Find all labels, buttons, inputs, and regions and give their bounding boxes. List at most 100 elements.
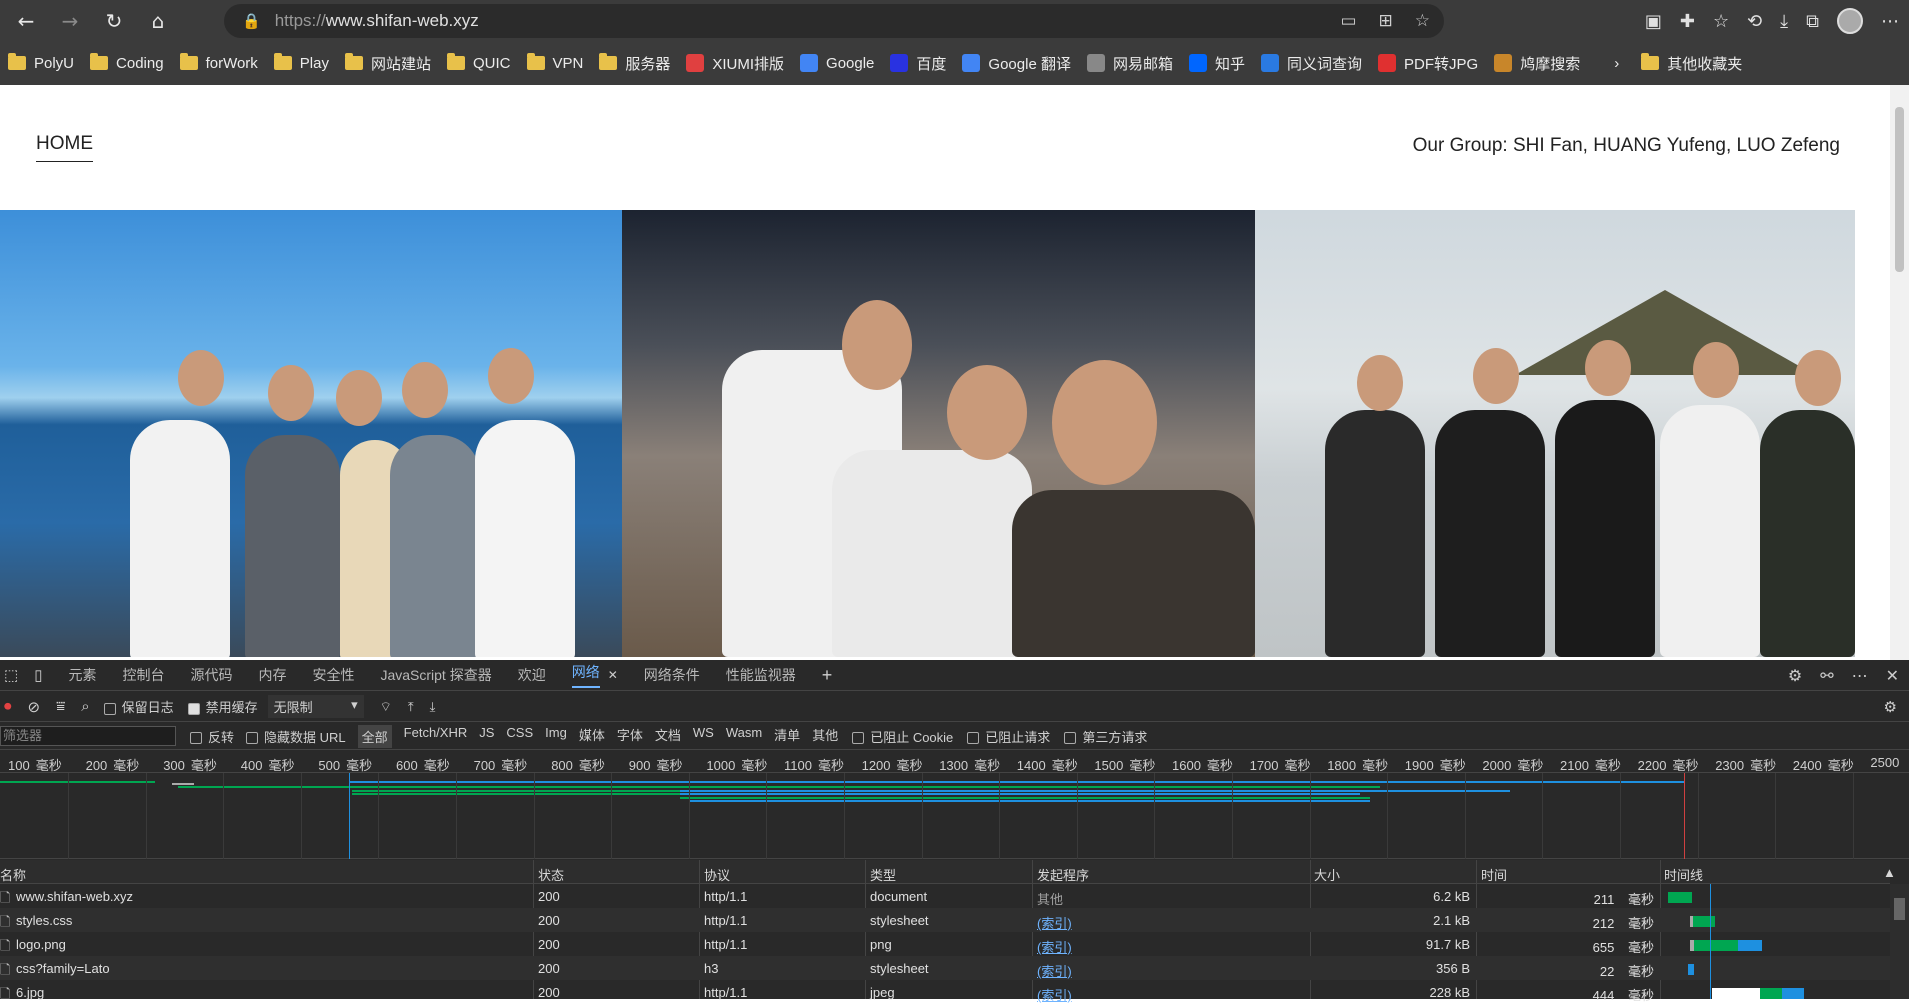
filter-icon[interactable]: ⩸	[56, 698, 65, 715]
third-party-checkbox[interactable]: 第三方请求	[1064, 727, 1147, 746]
cell-initiator[interactable]: (索引)	[1037, 913, 1072, 932]
extensions-puzzle-icon[interactable]: ✚	[1680, 11, 1695, 32]
bookmark-item[interactable]: Coding	[90, 53, 164, 72]
device-toggle-icon[interactable]: ▯	[34, 666, 42, 684]
blocked-requests-box[interactable]	[967, 732, 980, 745]
type-filter[interactable]: JS	[479, 725, 494, 748]
filter-input[interactable]: 筛选器	[0, 726, 176, 746]
network-conditions-icon[interactable]: ⌔	[380, 699, 392, 715]
col-name[interactable]: 名称	[0, 865, 26, 884]
refresh-icon[interactable]: ↻	[96, 5, 132, 37]
search-icon[interactable]: ⌕	[81, 698, 89, 715]
devtools-tab[interactable]: 内存	[258, 665, 286, 685]
bookmark-item[interactable]: 百度	[890, 53, 946, 74]
table-row[interactable]: 🗋 logo.png 200 http/1.1 png (索引) 91.7 kB 655 毫秒	[0, 932, 1890, 956]
bookmark-item[interactable]: PolyU	[8, 53, 74, 72]
throttle-select[interactable]: 无限制 ▾	[267, 695, 364, 718]
devtools-tab[interactable]: 性能监视器	[726, 665, 796, 685]
table-row[interactable]: 🗋 6.jpg 200 http/1.1 jpeg (索引) 228 kB 444 毫秒	[0, 980, 1890, 1004]
type-filter[interactable]: 全部	[357, 724, 392, 748]
address-url[interactable]: https://www.shifan-web.xyz	[275, 11, 479, 31]
page-scrollbar[interactable]	[1890, 85, 1909, 660]
col-waterfall[interactable]: 时间线	[1664, 865, 1703, 884]
devtools-tab[interactable]: 元素	[68, 665, 96, 685]
bookmark-item[interactable]: 知乎	[1188, 53, 1245, 74]
type-filter[interactable]: 文档	[655, 725, 681, 748]
sort-up-icon[interactable]: ▲	[1883, 865, 1896, 880]
bookmark-item[interactable]: 鸠摩搜索	[1494, 53, 1580, 74]
more-icon[interactable]: ⋯	[1852, 666, 1868, 686]
col-type[interactable]: 类型	[870, 865, 896, 884]
type-filter[interactable]: Fetch/XHR	[404, 725, 468, 748]
type-filter[interactable]: 媒体	[579, 725, 605, 748]
bookmark-item[interactable]: Play	[273, 53, 329, 72]
invert-checkbox[interactable]: 反转	[190, 727, 234, 746]
bookmark-item[interactable]: VPN	[526, 53, 583, 72]
back-icon[interactable]: ←	[8, 5, 44, 37]
devtools-tab[interactable]: 源代码	[190, 665, 232, 685]
timeline-overview[interactable]	[0, 773, 1909, 859]
col-protocol[interactable]: 协议	[704, 865, 730, 884]
clear-icon[interactable]: ⊘	[28, 698, 41, 716]
hide-data-urls-box[interactable]	[246, 732, 259, 745]
apps-icon[interactable]: ⊞	[1379, 11, 1393, 31]
favorite-add-icon[interactable]: ☆	[1415, 11, 1430, 31]
chevron-right-icon[interactable]: ›	[1614, 55, 1619, 72]
hide-data-urls-checkbox[interactable]: 隐藏数据 URL	[246, 727, 346, 746]
import-har-icon[interactable]: ⤒	[408, 699, 414, 715]
third-party-box[interactable]	[1064, 732, 1077, 745]
cell-initiator[interactable]: (索引)	[1037, 961, 1072, 980]
profile-avatar[interactable]	[1837, 8, 1863, 34]
table-scrollbar-thumb[interactable]	[1894, 898, 1905, 920]
record-icon[interactable]: ⏺	[4, 698, 12, 715]
bookmark-item[interactable]: 服务器	[599, 53, 670, 74]
bookmark-item[interactable]: PDF转JPG	[1378, 53, 1478, 74]
address-bar[interactable]: 🔒 https://www.shifan-web.xyz ▭ ⊞ ☆	[224, 4, 1444, 38]
blocked-cookies-checkbox[interactable]: 已阻止 Cookie	[852, 727, 953, 746]
other-bookmarks[interactable]: 其他收藏夹	[1641, 53, 1742, 74]
blocked-requests-checkbox[interactable]: 已阻止请求	[967, 727, 1050, 746]
type-filter[interactable]: Img	[545, 725, 567, 748]
preserve-log-checkbox[interactable]: 保留日志	[103, 697, 174, 716]
devtools-tab[interactable]: JavaScript 探查器	[380, 665, 491, 685]
blocked-cookies-box[interactable]	[852, 732, 865, 745]
bookmark-item[interactable]: Google	[800, 54, 874, 72]
bookmark-item[interactable]: 同义词查询	[1261, 53, 1362, 74]
add-tab-icon[interactable]: +	[822, 665, 833, 686]
table-row[interactable]: 🗋 styles.css 200 http/1.1 stylesheet (索引) 2.1 …	[0, 908, 1890, 932]
close-tab-icon[interactable]: ✕	[608, 668, 618, 682]
type-filter[interactable]: CSS	[506, 725, 533, 748]
reading-view-icon[interactable]: ▭	[1340, 11, 1356, 31]
history-icon[interactable]: ⟲	[1747, 11, 1762, 32]
bookmark-item[interactable]: 网易邮箱	[1086, 53, 1173, 74]
nav-home-link[interactable]: HOME	[36, 133, 93, 162]
network-settings-icon[interactable]: ⚙	[1884, 698, 1897, 716]
more-menu-icon[interactable]: ⋯	[1881, 11, 1899, 32]
favorites-icon[interactable]: ☆	[1713, 11, 1729, 32]
devtools-tab[interactable]: 网络条件	[644, 665, 700, 685]
devtools-tab[interactable]: 网络	[571, 662, 600, 688]
invert-box[interactable]	[190, 732, 202, 745]
preserve-log-box[interactable]	[103, 702, 116, 715]
cell-initiator[interactable]: (索引)	[1037, 937, 1072, 956]
disable-cache-box[interactable]	[187, 702, 200, 715]
devtools-tab[interactable]: 欢迎	[518, 665, 546, 685]
type-filter[interactable]: WS	[693, 725, 714, 748]
page-scrollbar-thumb[interactable]	[1895, 107, 1904, 272]
table-row[interactable]: 🗋 www.shifan-web.xyz 200 http/1.1 document 其他…	[0, 884, 1890, 908]
bookmark-item[interactable]: QUIC	[447, 53, 511, 72]
lock-icon[interactable]: 🔒	[242, 12, 261, 30]
download-icon[interactable]: ⤓	[1780, 11, 1788, 32]
col-size[interactable]: 大小	[1314, 865, 1340, 884]
settings-icon[interactable]: ⚙	[1788, 666, 1802, 686]
col-status[interactable]: 状态	[538, 865, 564, 884]
cell-initiator[interactable]: (索引)	[1037, 985, 1072, 1004]
col-time[interactable]: 时间	[1481, 865, 1507, 884]
type-filter[interactable]: Wasm	[726, 725, 762, 748]
connect-icon[interactable]: ⚯	[1820, 666, 1833, 686]
col-initiator[interactable]: 发起程序	[1037, 865, 1089, 884]
type-filter[interactable]: 其他	[812, 725, 838, 748]
table-scrollbar[interactable]	[1890, 884, 1909, 999]
inspect-icon[interactable]: ⬚	[4, 666, 18, 684]
devtools-tab[interactable]: 控制台	[122, 665, 164, 685]
